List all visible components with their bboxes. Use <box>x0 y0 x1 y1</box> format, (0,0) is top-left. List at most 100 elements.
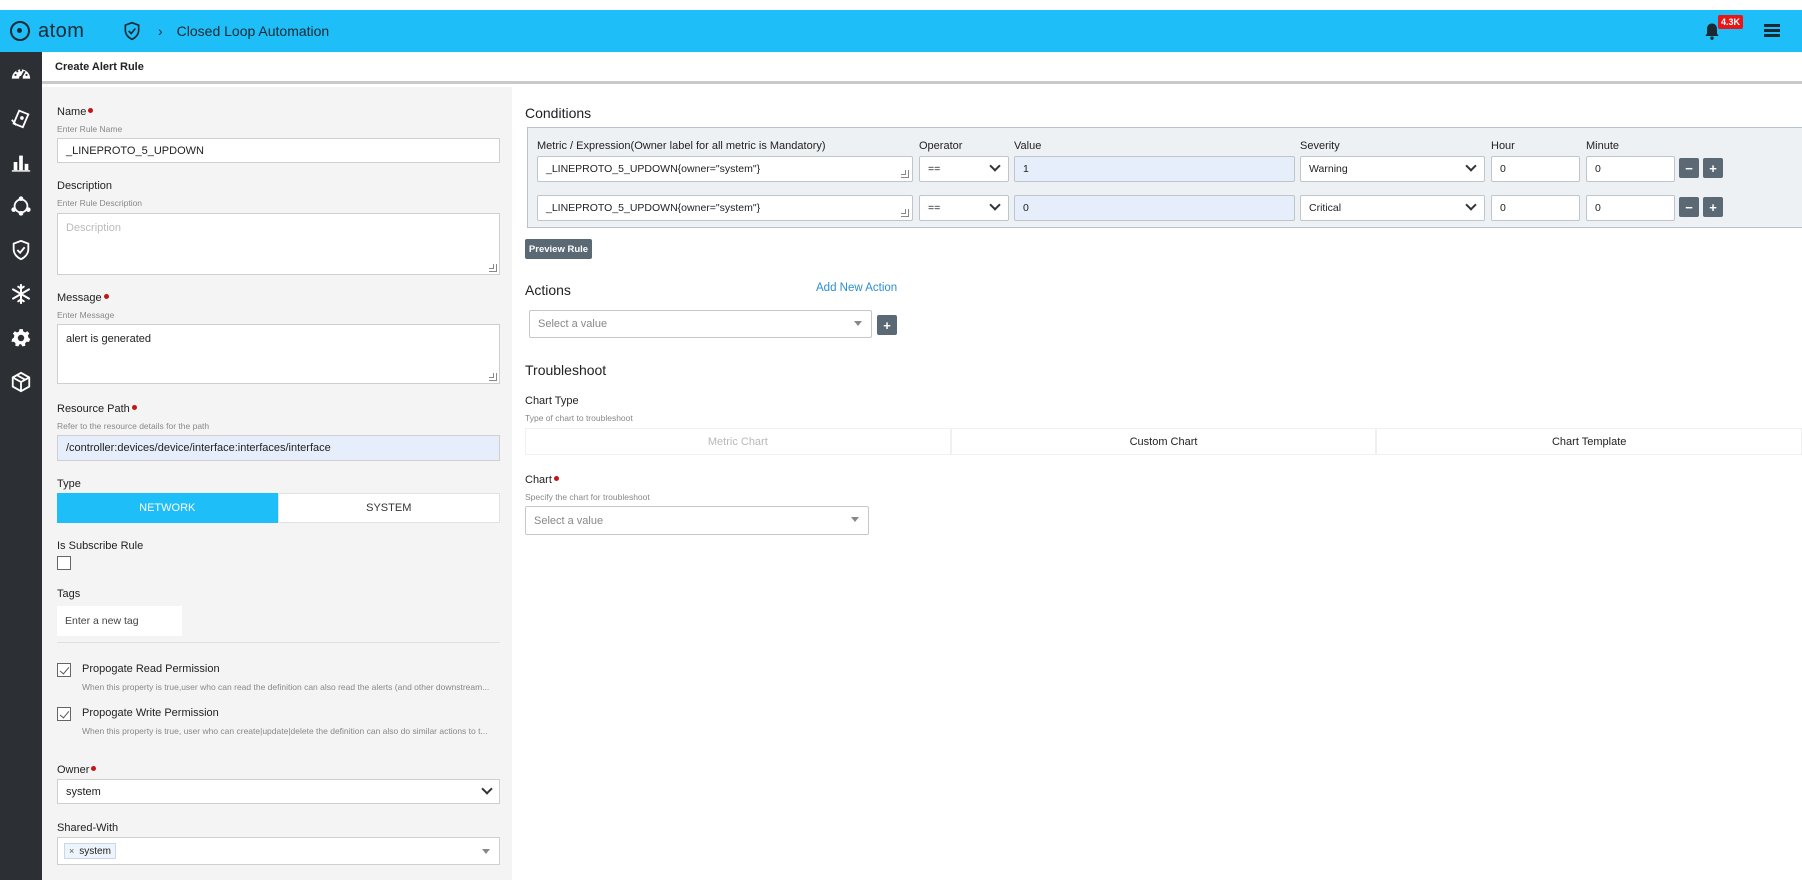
sidebar-item-security[interactable] <box>0 228 42 272</box>
add-new-action-link[interactable]: Add New Action <box>816 282 897 294</box>
sidebar-item-devices[interactable] <box>0 96 42 140</box>
sidebar-item-dashboard[interactable] <box>0 52 42 96</box>
required-dot-icon <box>103 294 109 299</box>
minute-input[interactable]: 0 <box>1586 195 1675 221</box>
message-hint: Enter Message <box>57 310 115 320</box>
resource-path-label: Resource Path <box>57 403 137 415</box>
sidebar-item-snowflake[interactable] <box>0 272 42 316</box>
snowflake-icon <box>12 283 30 305</box>
write-permission-label: Propogate Write Permission <box>82 707 219 719</box>
minute-input[interactable]: 0 <box>1586 156 1675 182</box>
write-permission-checkbox[interactable] <box>57 707 71 721</box>
hour-input[interactable]: 0 <box>1491 195 1580 221</box>
operator-header: Operator <box>919 140 963 152</box>
chart-template-button[interactable]: Chart Template <box>1376 428 1802 455</box>
logo-text: atom <box>38 19 85 42</box>
value-input[interactable]: 0 <box>1014 195 1295 221</box>
app-logo[interactable]: atom <box>10 20 110 43</box>
chart-type-label: Chart Type <box>525 395 579 407</box>
conditions-title: Conditions <box>525 105 592 121</box>
value-header: Value <box>1014 140 1042 152</box>
shield-icon <box>12 239 30 261</box>
chart-label: Chart <box>525 474 559 486</box>
resource-path-input[interactable]: /controller:devices/device/interface:int… <box>57 435 500 461</box>
actions-title: Actions <box>525 282 571 298</box>
required-dot-icon <box>131 405 137 410</box>
severity-select[interactable]: Critical <box>1300 195 1485 221</box>
chip-label: system <box>79 845 111 857</box>
logo-icon <box>10 21 30 41</box>
preview-rule-button[interactable]: Preview Rule <box>525 239 592 259</box>
read-permission-desc: When this property is true,user who can … <box>82 682 490 692</box>
write-permission-desc: When this property is true, user who can… <box>82 726 488 736</box>
menu-icon[interactable] <box>1764 24 1780 38</box>
shield-check-icon[interactable] <box>122 21 142 41</box>
severity-select[interactable]: Warning <box>1300 156 1485 182</box>
sidebar <box>0 52 42 880</box>
minute-header: Minute <box>1586 140 1620 152</box>
metric-input[interactable]: _LINEPROTO_5_UPDOWN{owner="system"} <box>537 195 913 221</box>
severity-header: Severity <box>1300 140 1340 152</box>
gear-icon <box>11 329 31 347</box>
type-network-button[interactable]: NETWORK <box>57 493 278 523</box>
name-label: Name <box>57 106 94 118</box>
cube-icon <box>11 371 31 393</box>
analytics-icon <box>11 155 31 172</box>
tags-input[interactable]: Enter a new tag <box>57 606 182 636</box>
hour-input[interactable]: 0 <box>1491 156 1580 182</box>
app-root: atom › Closed Loop Automation 4.3K Creat… <box>0 0 1802 880</box>
metric-input[interactable]: _LINEPROTO_5_UPDOWN{owner="system"} <box>537 156 913 182</box>
description-hint: Enter Rule Description <box>57 198 143 208</box>
resize-grip-icon[interactable] <box>901 209 909 217</box>
sidebar-item-settings[interactable] <box>0 316 42 360</box>
dropdown-arrow-icon <box>854 321 862 326</box>
sidebar-item-topology[interactable] <box>0 184 42 228</box>
page-title-bar: Create Alert Rule <box>42 52 1802 84</box>
read-permission-checkbox[interactable] <box>57 663 71 677</box>
resize-grip-icon[interactable] <box>489 373 497 381</box>
chip-remove-icon[interactable]: × <box>69 846 74 856</box>
read-permission-label: Propogate Read Permission <box>82 663 220 675</box>
resource-path-hint: Refer to the resource details for the pa… <box>57 421 210 431</box>
description-textarea[interactable]: Description <box>57 213 500 275</box>
required-dot-icon <box>88 108 94 113</box>
shared-with-label: Shared-With <box>57 822 119 834</box>
type-toggle: NETWORK SYSTEM <box>57 493 500 523</box>
chart-type-hint: Type of chart to troubleshoot <box>525 413 633 423</box>
sidebar-item-cube[interactable] <box>0 360 42 404</box>
metric-header: Metric / Expression(Owner label for all … <box>537 140 826 152</box>
message-textarea[interactable]: alert is generated <box>57 324 500 384</box>
dashboard-icon <box>11 69 31 80</box>
resize-grip-icon[interactable] <box>489 264 497 272</box>
add-action-button[interactable]: + <box>877 315 897 335</box>
add-condition-button[interactable]: + <box>1703 197 1723 217</box>
custom-chart-button[interactable]: Custom Chart <box>950 428 1377 455</box>
resize-grip-icon[interactable] <box>901 170 909 178</box>
dropdown-arrow-icon <box>851 517 859 522</box>
topology-icon <box>11 196 31 216</box>
metric-chart-button[interactable]: Metric Chart <box>525 428 951 455</box>
shared-with-select[interactable] <box>57 837 500 865</box>
action-select[interactable]: Select a value <box>529 310 872 338</box>
devices-icon <box>11 109 30 129</box>
chart-select[interactable]: Select a value <box>525 506 869 535</box>
remove-condition-button[interactable]: − <box>1679 158 1699 178</box>
remove-condition-button[interactable]: − <box>1679 197 1699 217</box>
description-label: Description <box>57 180 113 192</box>
add-condition-button[interactable]: + <box>1703 158 1723 178</box>
owner-select[interactable]: system <box>57 779 500 804</box>
dropdown-arrow-icon <box>482 849 490 854</box>
top-strip <box>0 0 1802 10</box>
breadcrumb[interactable]: Closed Loop Automation <box>177 23 330 39</box>
type-label: Type <box>57 478 81 490</box>
type-system-button[interactable]: SYSTEM <box>277 493 500 523</box>
required-dot-icon <box>91 766 97 771</box>
owner-label: Owner <box>57 764 97 776</box>
sidebar-item-analytics[interactable] <box>0 140 42 184</box>
name-input[interactable]: _LINEPROTO_5_UPDOWN <box>57 138 500 163</box>
subscribe-checkbox[interactable] <box>57 556 71 570</box>
name-hint: Enter Rule Name <box>57 124 123 134</box>
troubleshoot-title: Troubleshoot <box>525 362 607 378</box>
tags-label: Tags <box>57 588 81 600</box>
value-input[interactable]: 1 <box>1014 156 1295 182</box>
